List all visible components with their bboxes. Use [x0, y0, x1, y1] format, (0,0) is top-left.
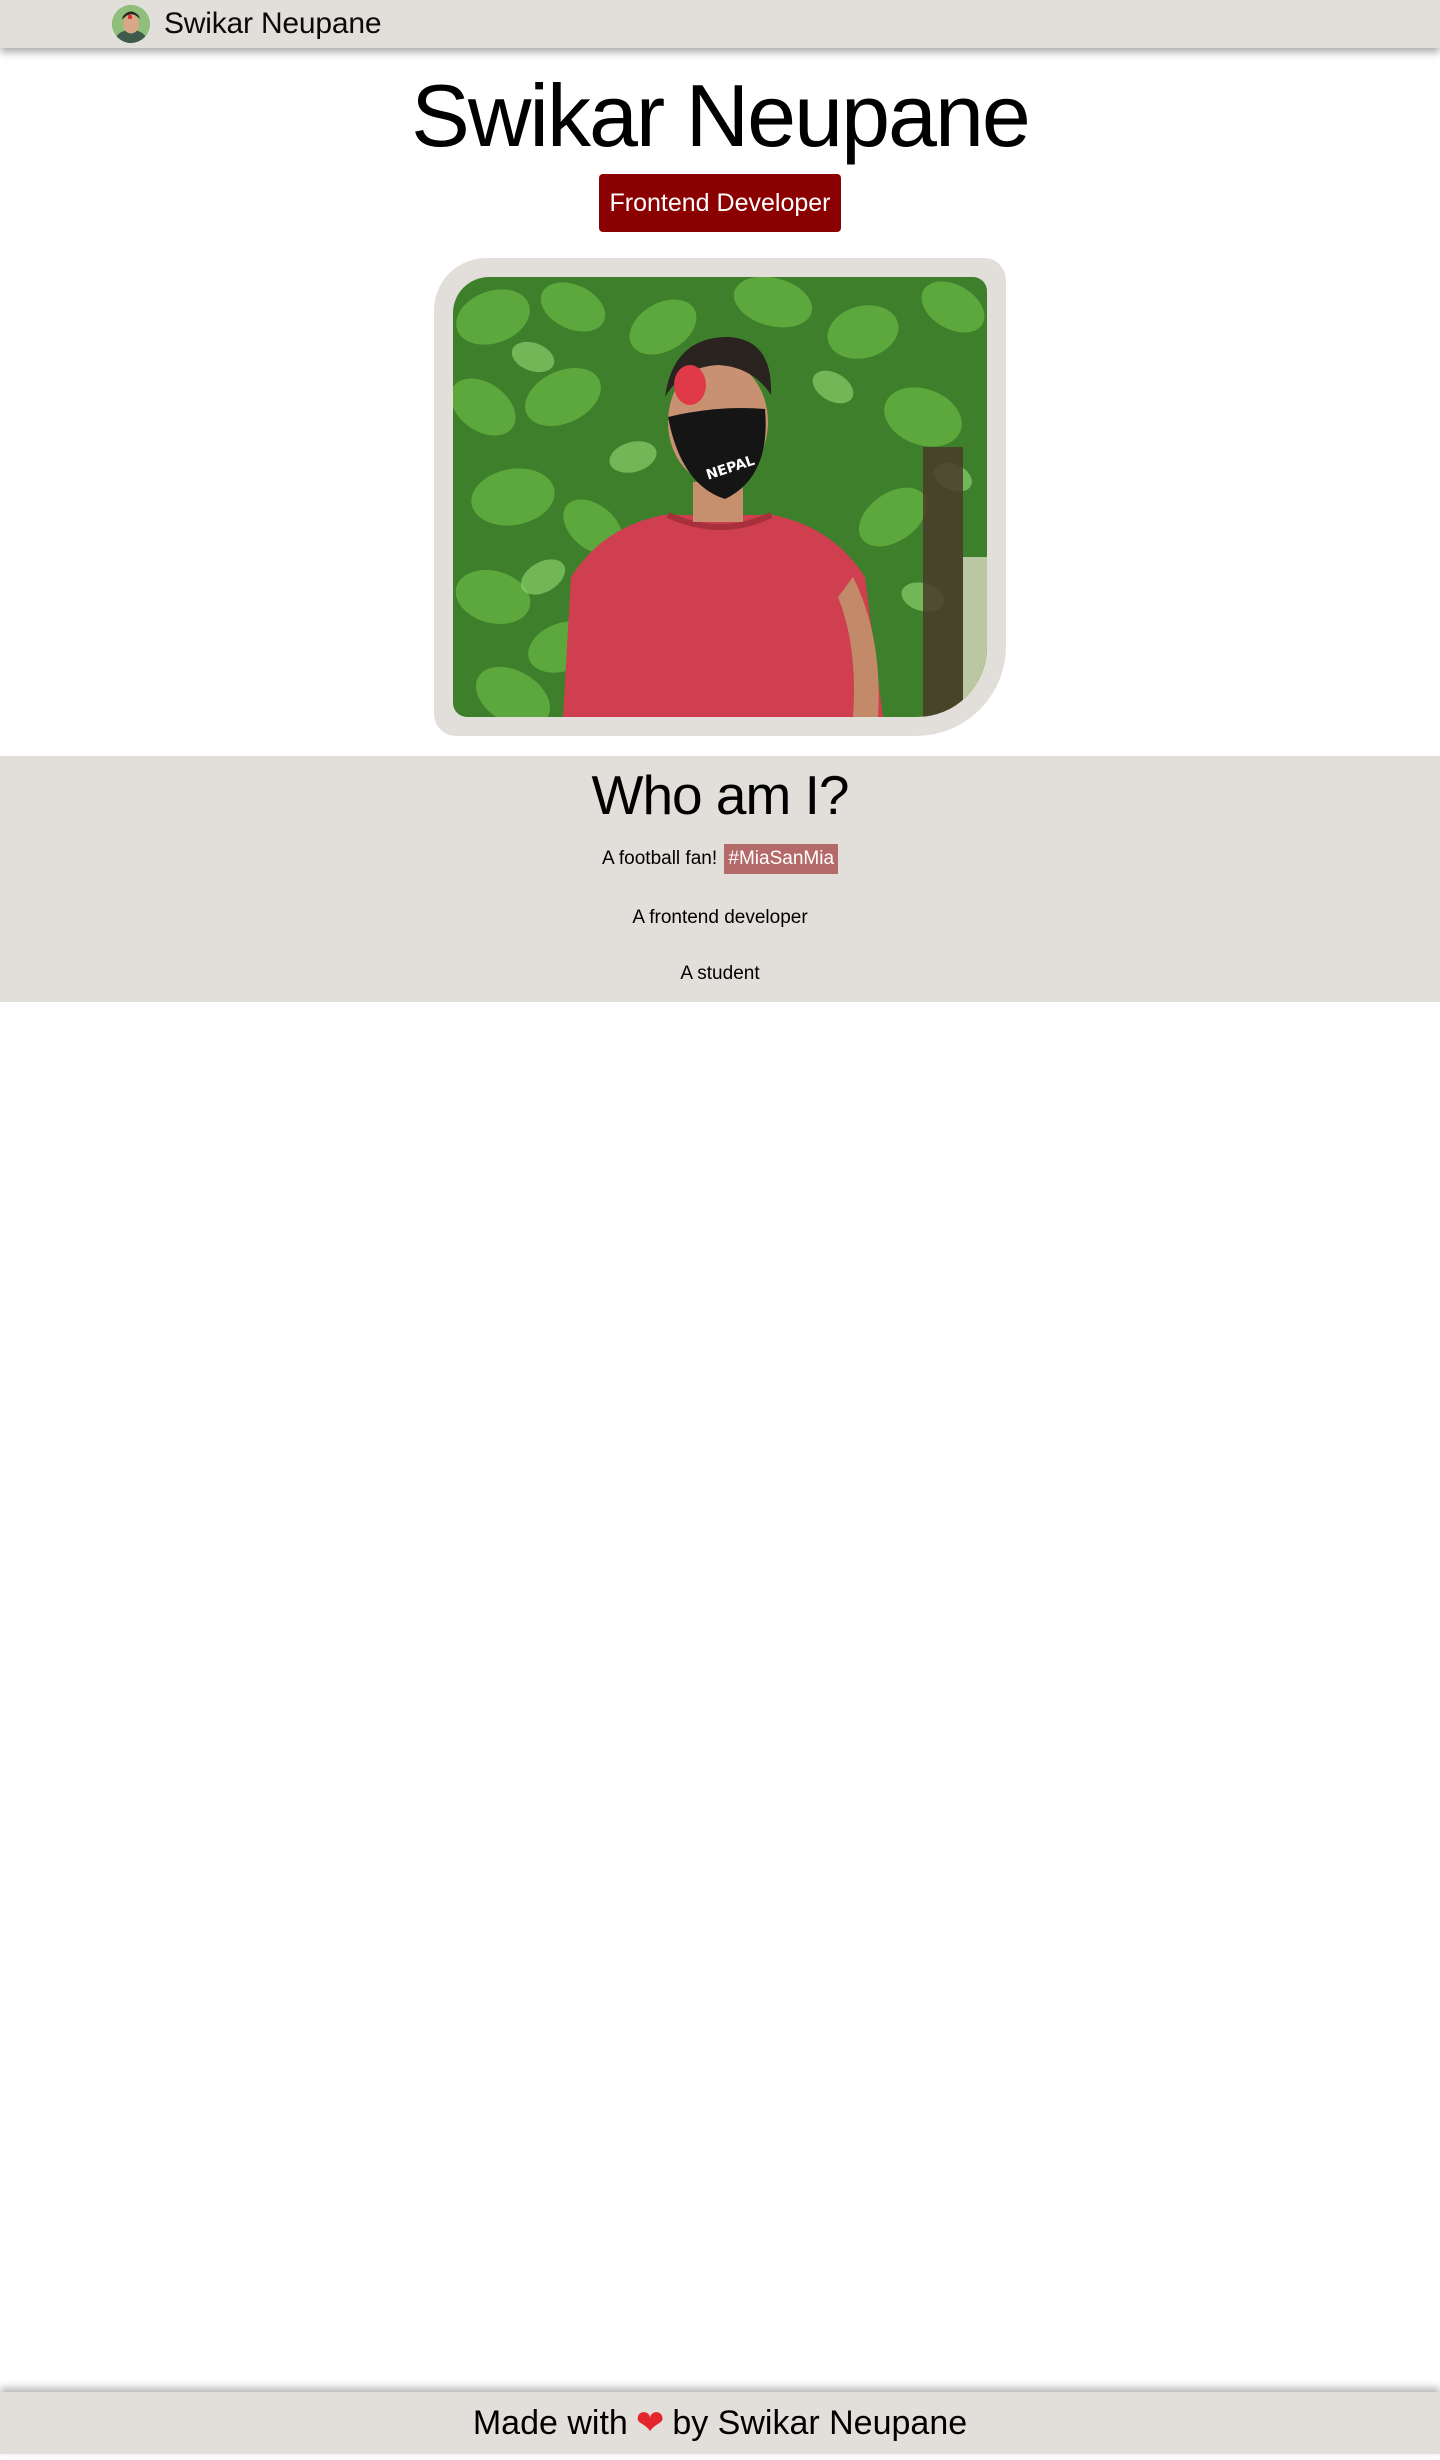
about-line-developer: A frontend developer — [632, 907, 808, 928]
footer: Made with ❤ by Swikar Neupane — [0, 2392, 1440, 2454]
profile-photo-frame: NEPAL — [434, 258, 1006, 736]
footer-suffix: by Swikar Neupane — [672, 2403, 968, 2442]
avatar[interactable] — [112, 5, 150, 43]
nav-brand-name[interactable]: Swikar Neupane — [164, 7, 382, 41]
profile-photo: NEPAL — [453, 277, 987, 717]
about-line-football: A football fan! #MiaSanMia — [0, 844, 1440, 874]
heart-icon: ❤ — [635, 2403, 665, 2443]
avatar-image — [112, 5, 150, 43]
page-title: Swikar Neupane — [411, 66, 1031, 165]
hashtag-badge: #MiaSanMia — [724, 844, 839, 874]
footer-prefix: Made with — [472, 2403, 628, 2442]
about-line-student: A student — [680, 963, 760, 984]
role-badge: Frontend Developer — [599, 174, 841, 232]
about-line-football-text: A football fan! — [601, 848, 718, 869]
about-section: Who am I? A football fan! #MiaSanMia A f… — [0, 756, 1440, 1002]
about-title: Who am I? — [591, 764, 850, 826]
navbar: Swikar Neupane — [0, 0, 1440, 48]
